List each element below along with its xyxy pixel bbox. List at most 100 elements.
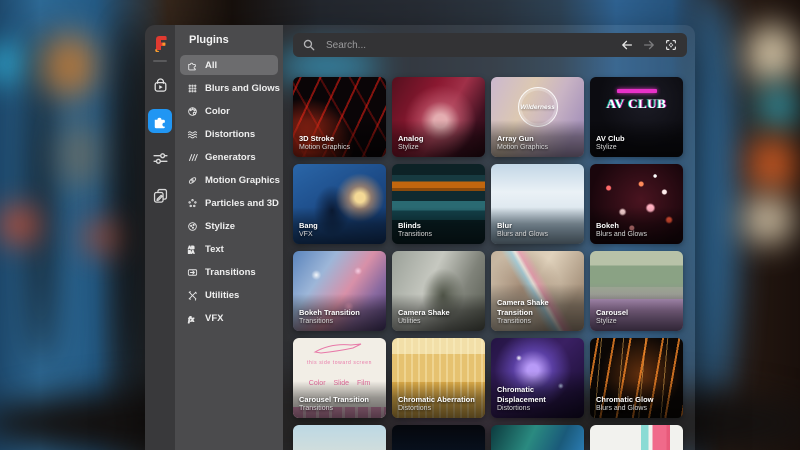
plugin-category: Utilities: [398, 317, 479, 326]
thumbnail-overlay-text: AV CLUB: [590, 96, 683, 112]
screen: Plugins All Blurs and Glows Color Distor…: [0, 0, 800, 450]
sidebar-item-label: Particles and 3D: [205, 198, 279, 209]
sidebar-item-text[interactable]: Text: [180, 239, 278, 259]
forward-arrow-icon[interactable]: [642, 38, 656, 52]
plugin-card-bokeh[interactable]: Bokeh Blurs and Glows: [590, 164, 683, 244]
plugin-card-blinds[interactable]: Blinds Transitions: [392, 164, 485, 244]
back-arrow-icon[interactable]: [620, 38, 634, 52]
plugin-title: Blur: [497, 221, 578, 230]
plugin-title: Camera Shake: [398, 308, 479, 317]
plugins-button[interactable]: [148, 109, 172, 133]
sidebar-item-color[interactable]: Color: [180, 101, 278, 121]
sidebar-item-blurs-and-glows[interactable]: Blurs and Glows: [180, 78, 278, 98]
category-icon: [187, 290, 198, 301]
sidebar-item-label: Stylize: [205, 221, 235, 232]
card-label: Chromatic Displacement Distortions: [491, 371, 584, 418]
plugin-thumbnail: [293, 425, 386, 450]
category-icon: [187, 267, 198, 278]
bg-blob: [86, 222, 116, 252]
card-label: 3D Stroke Motion Graphics: [293, 120, 386, 157]
sliders-icon: [152, 150, 169, 167]
card-label: AV Club Stylize: [590, 120, 683, 157]
category-icon: [187, 244, 198, 255]
sidebar-item-generators[interactable]: Generators: [180, 147, 278, 167]
plugin-card-chromatic-aberration[interactable]: Chromatic Aberration Distortions: [392, 338, 485, 418]
preferences-button[interactable]: [148, 146, 172, 170]
plugin-category: Transitions: [299, 317, 380, 326]
sidebar-item-label: Utilities: [205, 290, 239, 301]
plugin-card-av-club[interactable]: AV CLUB AV Club Stylize: [590, 77, 683, 157]
templates-button[interactable]: [148, 183, 172, 207]
plugin-title: AV Club: [596, 134, 677, 143]
sidebar-item-distortions[interactable]: Distortions: [180, 124, 278, 144]
app-window: Plugins All Blurs and Glows Color Distor…: [145, 25, 695, 450]
category-icon: [187, 106, 198, 117]
thumbnail-banner: [617, 89, 657, 93]
sidebar-item-label: Transitions: [205, 267, 256, 278]
plugin-category: Motion Graphics: [497, 143, 578, 152]
plugin-title: Bang: [299, 221, 380, 230]
plugin-thumbnail: [491, 425, 584, 450]
content-area: 3D Stroke Motion Graphics Analog Stylize…: [283, 25, 695, 450]
plugin-title: Camera Shake Transition: [497, 298, 578, 317]
plugin-card-blur[interactable]: Blur Blurs and Glows: [491, 164, 584, 244]
plugin-category: Stylize: [596, 143, 677, 152]
sidebar-item-motion-graphics[interactable]: Motion Graphics: [180, 170, 278, 190]
plugin-category: Stylize: [596, 317, 677, 326]
plugin-card-analog[interactable]: Analog Stylize: [392, 77, 485, 157]
plugin-card-partial[interactable]: [293, 425, 386, 450]
scan-icon[interactable]: [664, 38, 678, 52]
plugin-card-array-gun[interactable]: Wilderness Array Gun Motion Graphics: [491, 77, 584, 157]
sidebar-item-label: Distortions: [205, 129, 255, 140]
plugin-category: Blurs and Glows: [596, 230, 677, 239]
category-icon: [187, 175, 198, 186]
search-bar: [293, 33, 687, 57]
card-label: Analog Stylize: [392, 120, 485, 157]
plugin-card-camera-shake[interactable]: Camera Shake Utilities: [392, 251, 485, 331]
sidebar-title: Plugins: [189, 34, 283, 46]
bg-blob: [748, 136, 796, 192]
sidebar-item-stylize[interactable]: Stylize: [180, 216, 278, 236]
plugin-grid: 3D Stroke Motion Graphics Analog Stylize…: [293, 77, 683, 450]
plugin-category: VFX: [299, 230, 380, 239]
plugin-card-partial[interactable]: [392, 425, 485, 450]
sidebar-item-utilities[interactable]: Utilities: [180, 285, 278, 305]
card-label: Bang VFX: [293, 207, 386, 244]
plugin-card-partial[interactable]: [590, 425, 683, 450]
plugin-title: Bokeh: [596, 221, 677, 230]
plugin-card-3d-stroke[interactable]: 3D Stroke Motion Graphics: [293, 77, 386, 157]
plugin-card-camera-shake-transition[interactable]: Camera Shake Transition Transitions: [491, 251, 584, 331]
plugin-title: Analog: [398, 134, 479, 143]
category-icon: [187, 152, 198, 163]
plugin-title: Chromatic Displacement: [497, 385, 578, 404]
plugin-title: Carousel Transition: [299, 395, 380, 404]
category-list: All Blurs and Glows Color Distortions Ge…: [180, 55, 278, 328]
sidebar-item-particles-and-3d[interactable]: Particles and 3D: [180, 193, 278, 213]
bg-blob: [116, 10, 142, 430]
sidebar-item-transitions[interactable]: Transitions: [180, 262, 278, 282]
plugin-card-partial[interactable]: [491, 425, 584, 450]
sidebar-item-label: VFX: [205, 313, 223, 324]
bg-blob: [742, 196, 794, 244]
sidebar-item-all[interactable]: All: [180, 55, 278, 75]
plugin-card-carousel-transition[interactable]: this side toward screen Color Slide Film…: [293, 338, 386, 418]
card-label: Chromatic Glow Blurs and Glows: [590, 381, 683, 418]
plugin-title: Carousel: [596, 308, 677, 317]
search-input[interactable]: [324, 39, 612, 52]
plugin-card-bang[interactable]: Bang VFX: [293, 164, 386, 244]
search-icon: [302, 38, 316, 52]
bg-blob: [746, 24, 798, 84]
sidebar-item-vfx[interactable]: VFX: [180, 308, 278, 328]
card-label: Camera Shake Utilities: [392, 294, 485, 331]
plugin-title: Chromatic Aberration: [398, 395, 479, 404]
plugin-card-chromatic-glow[interactable]: Chromatic Glow Blurs and Glows: [590, 338, 683, 418]
plugin-card-bokeh-transition[interactable]: Bokeh Transition Transitions: [293, 251, 386, 331]
store-button[interactable]: [148, 72, 172, 96]
plugin-card-carousel[interactable]: Carousel Stylize: [590, 251, 683, 331]
plugin-category: Transitions: [497, 317, 578, 326]
plugin-category: Blurs and Glows: [497, 230, 578, 239]
card-label: Blinds Transitions: [392, 207, 485, 244]
plugin-card-chromatic-displacement[interactable]: Chromatic Displacement Distortions: [491, 338, 584, 418]
store-icon: [152, 76, 169, 93]
plugin-category: Transitions: [398, 230, 479, 239]
